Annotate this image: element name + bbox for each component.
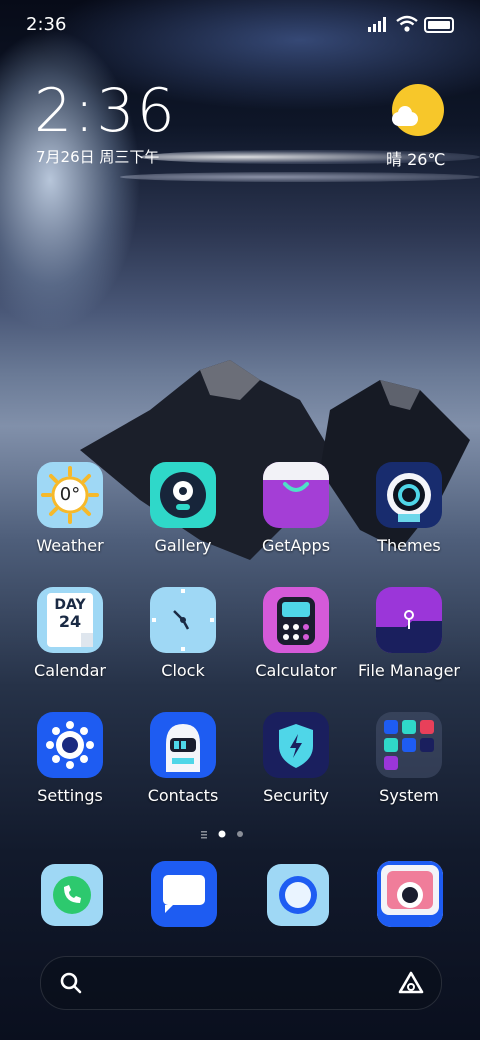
file-manager-icon [376,587,442,653]
clock-widget-date: 7月26日 周三下午 [36,148,160,166]
search-bar[interactable] [40,956,442,1010]
weather-cloud-icon [392,106,418,126]
clock-widget-time[interactable]: 2:36 [34,76,177,146]
system-folder-icon [376,712,442,778]
app-label: Clock [161,661,205,680]
app-label: Gallery [154,536,212,555]
clock-icon [150,587,216,653]
app-gallery[interactable]: Gallery [128,462,238,555]
weather-widget-text: 晴 26℃ [386,150,446,169]
weather-icon: 0° [37,462,103,528]
app-label: Calendar [34,661,106,680]
security-icon [263,712,329,778]
app-contacts[interactable]: Contacts [128,712,238,805]
app-getapps[interactable]: GetApps [241,462,351,555]
app-themes[interactable]: Themes [354,462,464,555]
app-label: Weather [36,536,104,555]
app-security[interactable]: Security [241,712,351,805]
app-calculator[interactable]: Calculator [241,587,351,680]
wallpaper-light-streak [120,172,480,182]
folder-system[interactable]: System [354,712,464,805]
camera-icon[interactable] [377,861,443,927]
weather-icon-text: 0° [59,484,81,505]
phone-icon[interactable] [41,864,103,926]
status-time: 2:36 [26,14,67,35]
getapps-icon [263,462,329,528]
home-screen: 2:36 2:36 7月26日 周三下午 晴 26℃ 0° Weather Ga… [0,0,480,1040]
app-label: Security [263,786,329,805]
app-label: Settings [37,786,103,805]
browser-icon[interactable] [267,864,329,926]
calendar-icon-day: DAY [54,597,86,613]
app-weather[interactable]: 0° Weather [15,462,125,555]
settings-icon [37,712,103,778]
wifi-icon [396,15,418,32]
calendar-icon: DAY 24 [37,587,103,653]
app-label: Themes [377,536,441,555]
app-settings[interactable]: Settings [15,712,125,805]
calendar-icon-number: 24 [58,612,82,631]
calculator-icon [263,587,329,653]
app-label: System [379,786,439,805]
app-calendar[interactable]: DAY 24 Calendar [15,587,125,680]
assistant-icon[interactable] [397,970,425,996]
app-label: File Manager [358,661,460,680]
page-indicator[interactable] [200,828,280,840]
battery-icon [424,17,454,33]
app-label: Calculator [255,661,337,680]
contacts-icon [150,712,216,778]
themes-icon [376,462,442,528]
gallery-icon [150,462,216,528]
status-bar: 2:36 [0,0,480,50]
search-icon [60,972,82,994]
app-label: Contacts [147,786,219,805]
app-label: GetApps [261,536,331,555]
cellular-signal-icon [368,17,386,32]
app-clock[interactable]: Clock [128,587,238,680]
app-file-manager[interactable]: File Manager [354,587,464,680]
messaging-icon[interactable] [151,861,217,927]
